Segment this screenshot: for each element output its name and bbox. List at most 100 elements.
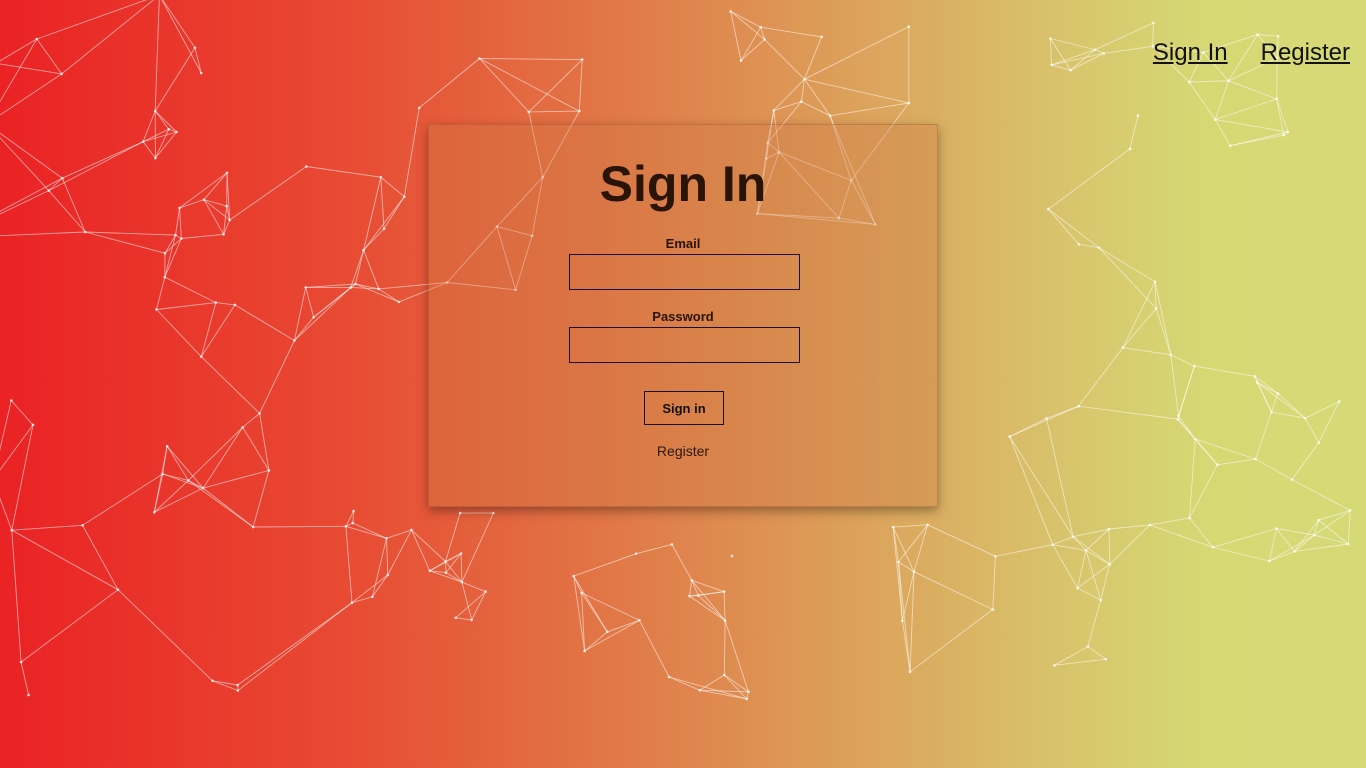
network-line	[242, 413, 260, 428]
network-node	[1154, 307, 1158, 310]
network-line	[691, 580, 726, 621]
network-line	[635, 543, 673, 555]
network-line	[0, 38, 38, 62]
network-node	[1104, 657, 1108, 661]
network-line	[154, 110, 177, 133]
network-line	[411, 529, 431, 571]
network-line	[1052, 544, 1078, 589]
network-line	[893, 524, 928, 528]
network-node	[470, 618, 474, 622]
network-node	[1213, 118, 1217, 121]
network-line	[429, 561, 446, 572]
network-line	[259, 413, 270, 471]
network-line	[1291, 479, 1351, 511]
network-line	[461, 581, 486, 593]
network-line	[1052, 536, 1074, 546]
network-line	[479, 58, 583, 61]
network-line	[803, 36, 823, 80]
network-line	[383, 196, 405, 230]
network-line	[293, 287, 307, 341]
network-node	[1045, 417, 1048, 420]
network-node	[178, 206, 181, 210]
network-line	[773, 101, 802, 111]
network-line	[1189, 464, 1218, 519]
network-node	[991, 608, 995, 611]
network-node	[222, 233, 225, 236]
network-line	[1072, 536, 1087, 551]
network-line	[212, 680, 238, 686]
network-line	[352, 522, 387, 539]
network-node	[908, 670, 912, 674]
network-line	[1268, 528, 1277, 562]
network-node	[1093, 48, 1097, 51]
network-line	[691, 580, 699, 596]
network-node	[1076, 586, 1079, 590]
network-node	[1188, 80, 1191, 84]
network-line	[699, 689, 747, 700]
network-line	[386, 529, 412, 539]
network-line	[429, 570, 463, 583]
network-line	[202, 469, 270, 489]
network-line	[764, 39, 805, 80]
page-title: Sign In	[599, 156, 767, 212]
network-line	[573, 575, 608, 633]
network-node	[154, 156, 157, 160]
network-line	[355, 283, 400, 303]
network-line	[355, 283, 379, 290]
nav-register-link[interactable]: Register	[1261, 38, 1350, 68]
network-node	[747, 690, 750, 694]
network-node	[153, 109, 157, 113]
network-line	[0, 63, 62, 75]
network-node	[1282, 133, 1285, 137]
network-line	[142, 110, 156, 142]
network-node	[1071, 535, 1075, 538]
network-line	[1276, 528, 1295, 552]
network-line	[901, 571, 915, 621]
network-line	[234, 304, 295, 341]
network-line	[804, 78, 831, 116]
network-node	[202, 198, 206, 201]
network-line	[1050, 38, 1096, 51]
network-line	[723, 620, 726, 676]
email-field[interactable]	[569, 254, 800, 290]
network-node	[349, 286, 353, 289]
network-line	[11, 529, 119, 591]
network-line	[1189, 80, 1229, 83]
network-node	[1347, 542, 1350, 546]
network-line	[168, 128, 177, 133]
network-line	[898, 561, 911, 672]
network-node	[236, 683, 239, 687]
network-node	[351, 521, 355, 525]
network-node	[460, 580, 464, 584]
register-link[interactable]: Register	[429, 443, 937, 459]
nav-signin-link[interactable]: Sign In	[1153, 38, 1228, 68]
network-line	[350, 283, 356, 288]
network-line	[203, 199, 224, 235]
network-line	[355, 249, 365, 285]
network-line	[372, 574, 389, 598]
network-line	[187, 426, 244, 481]
network-node	[820, 35, 823, 39]
network-line	[142, 141, 156, 159]
network-line	[313, 283, 356, 318]
network-line	[1009, 436, 1074, 537]
network-node	[352, 509, 355, 513]
network-node	[1077, 404, 1080, 408]
network-node	[800, 100, 803, 103]
network-line	[1149, 524, 1214, 548]
network-node	[211, 679, 214, 683]
signin-button[interactable]: Sign in	[644, 391, 724, 425]
network-node	[83, 230, 87, 234]
network-line	[1318, 510, 1351, 521]
network-node	[27, 693, 30, 697]
network-node	[901, 619, 904, 622]
network-line	[1129, 115, 1139, 150]
network-line	[1271, 393, 1279, 413]
network-line	[1155, 308, 1172, 355]
network-line	[1154, 281, 1172, 355]
password-field[interactable]	[569, 327, 800, 363]
network-line	[697, 595, 726, 621]
network-node	[428, 569, 432, 573]
network-line	[1214, 80, 1229, 120]
network-line	[1277, 393, 1306, 419]
